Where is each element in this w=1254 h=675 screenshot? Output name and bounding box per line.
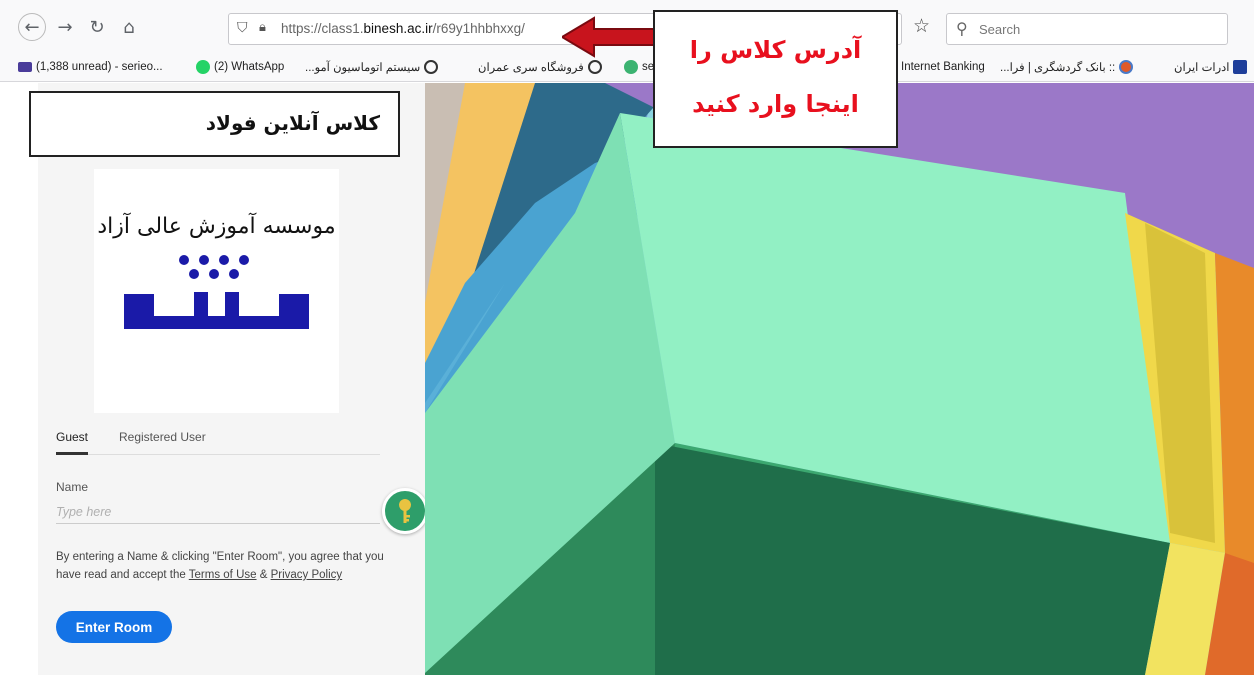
- tab-active-indicator: [56, 452, 88, 455]
- red-arrow-icon: [562, 16, 655, 58]
- terms-text: By entering a Name & clicking "Enter Roo…: [56, 551, 384, 581]
- forward-icon[interactable]: →: [52, 14, 78, 40]
- search-placeholder: Search: [979, 22, 1021, 37]
- callout-line-1: آدرس کلاس را: [689, 36, 862, 64]
- search-icon: ⚲: [956, 19, 968, 38]
- bookmark-item[interactable]: فروشگاه سری عمران: [478, 58, 602, 76]
- bookmark-item[interactable]: (2) WhatsApp: [196, 58, 284, 76]
- h-icon: [1233, 60, 1248, 74]
- address-callout: آدرس کلاس را اینجا وارد کنید: [653, 10, 898, 148]
- key-icon: [399, 499, 411, 523]
- tab-divider: [56, 454, 380, 455]
- shield-icon[interactable]: ⛉: [237, 20, 248, 36]
- whatsapp-icon: [196, 60, 210, 74]
- name-input[interactable]: [56, 500, 380, 524]
- bookmark-item[interactable]: ادرات ایران: [1174, 58, 1248, 76]
- terms-of-use-link[interactable]: Terms of Use: [189, 569, 257, 581]
- bookmark-item[interactable]: سیستم اتوماسیون آمو...: [305, 58, 439, 76]
- logo-card: موسسه آموزش عالی آزاد: [94, 169, 339, 413]
- back-icon[interactable]: ←: [18, 13, 46, 41]
- key-button[interactable]: [382, 488, 428, 534]
- name-label: Name: [56, 480, 89, 494]
- bank-icon: [1119, 60, 1134, 74]
- bookmark-star-icon[interactable]: ☆: [913, 15, 930, 37]
- logo-text: موسسه آموزش عالی آزاد: [97, 214, 336, 239]
- background-art: [425, 83, 1254, 675]
- tab-registered-user[interactable]: Registered User: [119, 430, 206, 444]
- mail-icon: [18, 62, 32, 72]
- bookmark-item[interactable]: se: [624, 58, 654, 76]
- binesh-logo: [124, 255, 309, 329]
- globe-icon: [424, 60, 439, 74]
- class-title: کلاس آنلاین فولاد: [205, 111, 380, 135]
- tab-guest[interactable]: Guest: [56, 430, 88, 444]
- lock-icon[interactable]: 🔒︎: [259, 20, 266, 35]
- class-title-box: کلاس آنلاین فولاد: [29, 91, 400, 157]
- callout-line-2: اینجا وارد کنید: [692, 90, 859, 118]
- home-icon[interactable]: ⌂: [116, 14, 142, 40]
- enter-room-button[interactable]: Enter Room: [56, 611, 172, 643]
- bookmark-item[interactable]: :: بانک گردشگری | فرا...: [1000, 58, 1134, 76]
- url-text[interactable]: https://class1.binesh.ac.ir/r69y1hhbhxxg…: [281, 21, 525, 36]
- green-icon: [624, 60, 638, 74]
- globe-icon: [587, 60, 602, 74]
- reload-icon[interactable]: ↻: [84, 14, 110, 40]
- bookmark-item[interactable]: Internet Banking: [901, 58, 985, 76]
- bookmark-item[interactable]: (1,388 unread) - serieo...: [18, 58, 163, 76]
- search-box[interactable]: ⚲ Search: [946, 13, 1228, 45]
- privacy-policy-link[interactable]: Privacy Policy: [271, 569, 343, 581]
